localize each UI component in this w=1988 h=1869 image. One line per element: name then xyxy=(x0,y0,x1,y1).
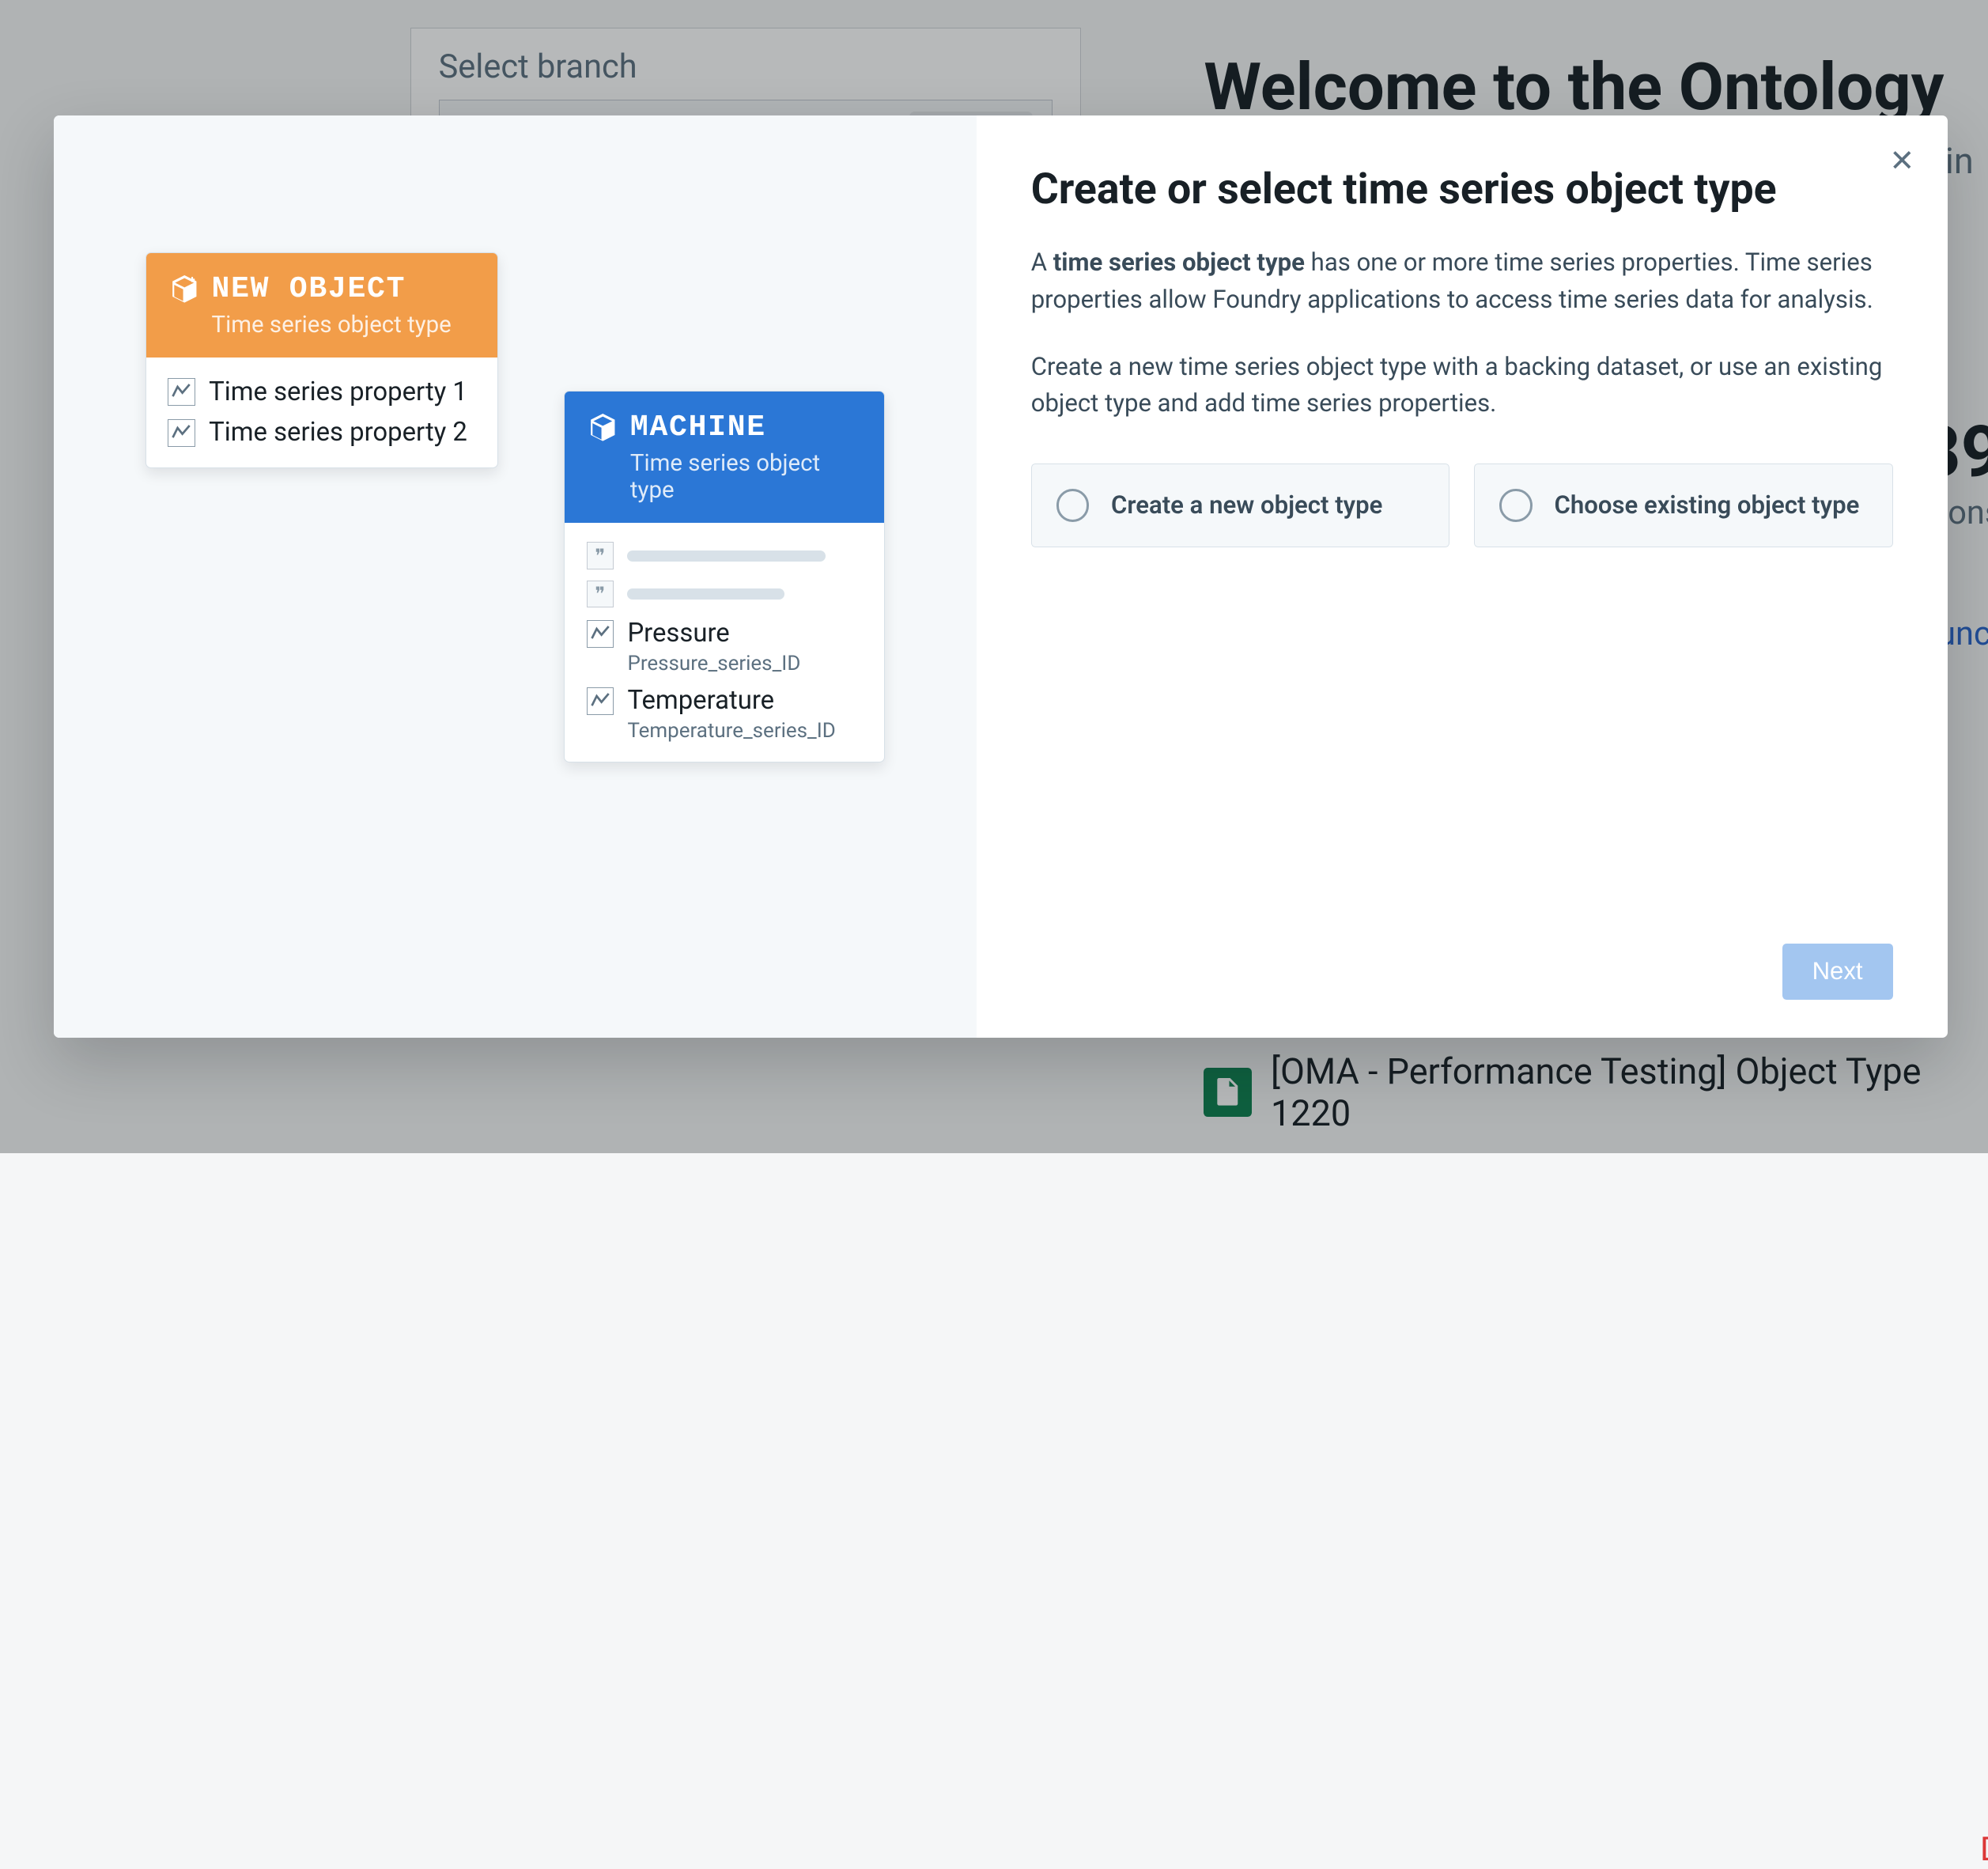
modal-description-2: Create a new time series object type wit… xyxy=(1031,349,1893,422)
option-create-label: Create a new object type xyxy=(1111,490,1382,520)
option-choose-label: Choose existing object type xyxy=(1555,490,1860,520)
close-icon: ✕ xyxy=(1889,145,1914,178)
modal-content-panel: ✕ Create or select time series object ty… xyxy=(977,115,1948,1038)
card-machine-pressure: Pressure xyxy=(627,619,729,649)
desc-prefix: A xyxy=(1031,248,1053,277)
option-choose-existing[interactable]: Choose existing object type xyxy=(1474,463,1892,547)
skeleton-placeholder xyxy=(627,588,784,600)
timeseries-icon xyxy=(168,419,195,447)
card-machine-body: ❞ ❞ Pressure Pressure_series_ID Temp xyxy=(565,523,885,762)
desc-bold: time series object type xyxy=(1053,248,1305,277)
timeseries-icon xyxy=(587,620,614,648)
modal-overlay: NEW OBJECT Time series object type Time … xyxy=(0,0,1988,1153)
illustration-card-new-object: NEW OBJECT Time series object type Time … xyxy=(146,252,498,468)
card-new-prop2: Time series property 2 xyxy=(209,418,467,448)
option-row: Create a new object type Choose existing… xyxy=(1031,463,1893,547)
next-button[interactable]: Next xyxy=(1782,944,1893,1000)
timeseries-icon xyxy=(587,687,614,715)
card-machine-pressure-id: Pressure_series_ID xyxy=(587,652,863,675)
illustration-card-machine: MACHINE Time series object type ❞ ❞ xyxy=(564,391,886,762)
option-create-new[interactable]: Create a new object type xyxy=(1031,463,1449,547)
radio-icon xyxy=(1056,489,1090,522)
cube-plus-icon xyxy=(171,275,198,303)
timeseries-icon xyxy=(168,378,195,406)
card-header-new: NEW OBJECT Time series object type xyxy=(146,253,497,358)
card-new-prop1: Time series property 1 xyxy=(209,377,467,407)
card-header-machine: MACHINE Time series object type xyxy=(565,392,885,523)
cube-icon xyxy=(589,414,617,441)
card-machine-temp: Temperature xyxy=(627,686,774,716)
close-button[interactable]: ✕ xyxy=(1889,143,1914,179)
modal-dialog: NEW OBJECT Time series object type Time … xyxy=(54,115,1947,1038)
card-new-body: Time series property 1 Time series prope… xyxy=(146,358,497,467)
quote-icon: ❞ xyxy=(587,581,614,608)
radio-icon xyxy=(1499,489,1533,522)
stat-alert-fragment: D xyxy=(1920,1830,1988,1869)
card-machine-temp-id: Temperature_series_ID xyxy=(587,719,863,743)
modal-title: Create or select time series object type xyxy=(1031,165,1893,214)
modal-description-1: A time series object type has one or mor… xyxy=(1031,244,1893,318)
card-new-title: NEW OBJECT xyxy=(212,272,406,306)
skeleton-placeholder xyxy=(627,550,826,562)
card-machine-title: MACHINE xyxy=(630,410,766,445)
modal-footer: Next xyxy=(1031,944,1893,1000)
modal-illustration-panel: NEW OBJECT Time series object type Time … xyxy=(54,115,976,1038)
card-machine-subtitle: Time series object type xyxy=(589,450,860,504)
card-new-subtitle: Time series object type xyxy=(171,312,473,339)
quote-icon: ❞ xyxy=(587,542,614,569)
